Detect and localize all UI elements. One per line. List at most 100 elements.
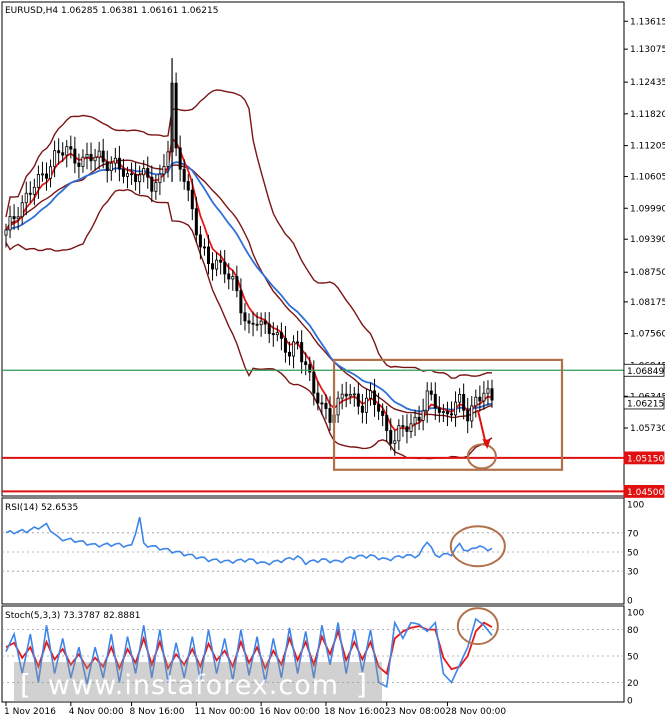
- candle-body: [69, 146, 73, 150]
- candle-body: [202, 246, 206, 249]
- candle-body: [271, 333, 275, 336]
- candle-body: [336, 397, 340, 416]
- candle-body: [247, 320, 251, 324]
- time-axis-label: 18 Nov 16:00: [324, 707, 385, 717]
- candle-body: [409, 423, 413, 432]
- candle-body: [482, 392, 486, 402]
- candle-body: [360, 405, 364, 413]
- candle-body: [328, 408, 332, 423]
- candle-body: [401, 425, 405, 428]
- candle-body: [275, 332, 279, 336]
- candle-body: [36, 174, 40, 188]
- candle-body: [101, 150, 105, 163]
- candle-body: [263, 320, 267, 325]
- candle-body: [49, 166, 53, 179]
- candle-body: [178, 147, 182, 170]
- candle-body: [40, 173, 44, 176]
- rsi-header: RSI(14) 52.6535: [5, 503, 78, 513]
- candle-body: [162, 165, 166, 175]
- candle-body: [292, 341, 296, 357]
- svg-text:]: ]: [356, 668, 367, 701]
- candle-body: [198, 234, 202, 248]
- candle-body: [24, 192, 28, 204]
- candle-body: [393, 440, 397, 444]
- candle-body: [445, 411, 449, 415]
- rsi-axis-label: 30: [627, 568, 639, 578]
- candle-body: [429, 390, 433, 395]
- candle-body: [356, 393, 360, 407]
- symbol-header: EURUSD,H4 1.06285 1.06381 1.06161 1.0621…: [5, 6, 218, 16]
- price-axis-label: 1.11205: [630, 142, 665, 152]
- candle-body: [308, 364, 312, 373]
- candle-body: [231, 276, 235, 280]
- candle-body: [421, 410, 425, 421]
- rsi-axis-label: 50: [627, 549, 639, 559]
- candle-body: [466, 409, 470, 422]
- candle-body: [44, 173, 49, 179]
- forex-chart: 1.13615 1.13075 1.12435 1.11820 1.11205 1.106…: [1, 1, 665, 717]
- candle-body: [344, 393, 348, 397]
- candle-body: [385, 415, 389, 431]
- time-axis-label: 1 Nov 2016: [4, 707, 56, 717]
- candle-body: [324, 403, 328, 409]
- candle-body: [166, 151, 170, 167]
- rsi-axis-label: 70: [627, 529, 639, 539]
- candle-body: [417, 416, 421, 421]
- price-axis-label: 1.09390: [630, 235, 665, 245]
- time-axis-label: 4 Nov 00:00: [69, 707, 124, 717]
- candle-body: [425, 390, 429, 412]
- stoch-axis-label: 80: [627, 626, 639, 636]
- candle-body: [146, 168, 150, 178]
- candle-body: [283, 337, 287, 353]
- candle-body: [227, 273, 231, 280]
- candle-body: [405, 426, 409, 432]
- candle-body: [470, 405, 474, 422]
- candle-body: [454, 401, 458, 416]
- price-axis-label: 1.12435: [630, 78, 665, 88]
- main-panel-frame: [1, 1, 625, 497]
- candle-body: [219, 259, 223, 263]
- candle-body: [97, 150, 101, 158]
- candle-body: [93, 156, 97, 162]
- price-axis-label: 1.10605: [630, 173, 665, 183]
- price-axis-label: 1.13075: [630, 45, 665, 55]
- candle-body: [368, 390, 373, 399]
- price-axis-label: 1.09990: [630, 204, 665, 214]
- candle-body: [296, 341, 300, 344]
- time-axis-label: 28 Nov 00:00: [445, 707, 506, 717]
- stoch-axis-label: 20: [627, 679, 639, 689]
- candle-body: [300, 342, 304, 363]
- candle-body: [239, 290, 243, 314]
- time-axis-label: 8 Nov 16:00: [130, 707, 185, 717]
- candle-body: [267, 323, 271, 334]
- candle-body: [462, 394, 466, 411]
- candle-body: [121, 168, 125, 177]
- candle-body: [190, 189, 194, 210]
- candle-body: [340, 393, 344, 399]
- price-tag-label: 1.06849: [627, 367, 664, 377]
- candle-body: [77, 162, 81, 167]
- candle-body: [397, 425, 401, 442]
- candle-body: [352, 393, 356, 396]
- stoch-axis-label: 0: [627, 697, 633, 707]
- candle-body: [142, 168, 146, 176]
- candle-body: [12, 216, 16, 220]
- candle-body: [53, 150, 57, 168]
- candle-body: [279, 332, 283, 339]
- watermark-text: www.instaforex.com: [48, 670, 339, 701]
- candle-body: [73, 148, 77, 164]
- candle-body: [449, 413, 454, 416]
- candle-body: [486, 388, 490, 394]
- candle-body: [109, 162, 113, 172]
- candle-body: [158, 173, 162, 184]
- candle-body: [174, 82, 178, 149]
- candle-body: [57, 150, 61, 154]
- candle-body: [8, 216, 12, 231]
- candle-body: [113, 157, 117, 164]
- candle-body: [235, 276, 239, 292]
- candle-body: [61, 152, 65, 156]
- time-axis-label: 23 Nov 08:00: [385, 707, 446, 717]
- price-axis-label: 1.11820: [630, 110, 665, 120]
- candle-body: [134, 174, 138, 183]
- candle-body: [154, 182, 158, 192]
